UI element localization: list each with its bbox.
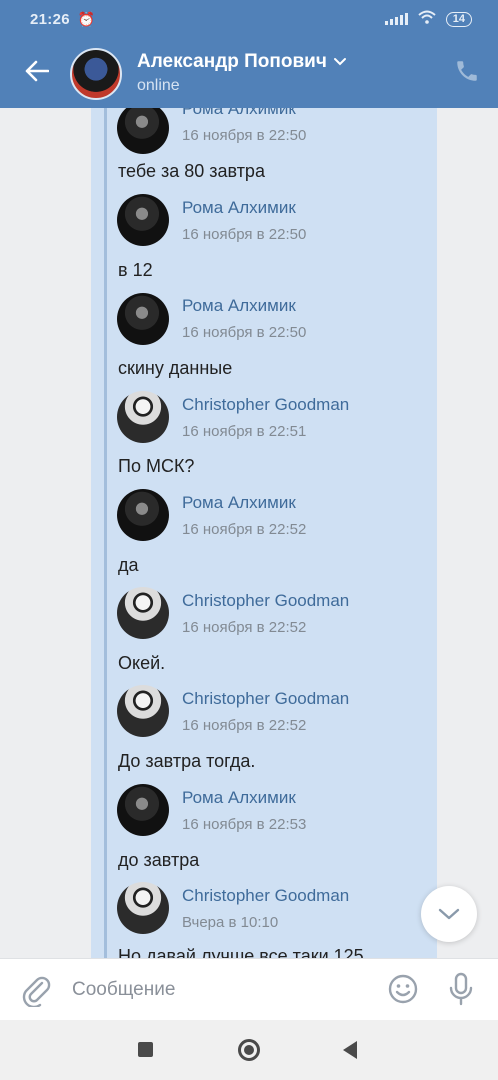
message-text: до завтра [118, 850, 200, 870]
message-text: в 12 [118, 260, 153, 280]
signal-icon [384, 13, 408, 25]
chat-title: Александр Попович [137, 51, 327, 72]
author-avatar[interactable] [117, 587, 169, 639]
message-author[interactable]: Рома Алхимик [182, 296, 296, 316]
message-text: По МСК? [118, 456, 195, 476]
attach-button[interactable] [20, 973, 52, 1009]
author-avatar[interactable] [117, 685, 169, 737]
message-text: да [118, 555, 139, 575]
paperclip-icon [22, 976, 51, 1009]
author-avatar[interactable] [117, 489, 169, 541]
message-author[interactable]: Christopher Goodman [182, 591, 349, 611]
message-history[interactable]: Рома Алхимик 16 ноября в 22:50 тебе за 8… [0, 108, 498, 958]
message-text: Окей. [118, 653, 166, 673]
call-button[interactable] [454, 58, 482, 86]
author-avatar[interactable] [117, 194, 169, 246]
chat-status: online [137, 77, 180, 94]
message-author[interactable]: Рома Алхимик [182, 788, 296, 808]
system-back-button[interactable] [343, 1041, 357, 1059]
message-author[interactable]: Рома Алхимик [182, 108, 296, 119]
message-author[interactable]: Christopher Goodman [182, 395, 349, 415]
back-arrow-icon [25, 60, 49, 82]
author-avatar[interactable] [117, 784, 169, 836]
author-avatar[interactable] [117, 391, 169, 443]
system-navigation-bar [0, 1020, 498, 1080]
chevron-down-icon [333, 58, 346, 66]
back-button[interactable] [20, 54, 54, 88]
author-avatar[interactable] [117, 293, 169, 345]
message-time: 16 ноября в 22:52 [182, 619, 307, 636]
message-time: 16 ноября в 22:50 [182, 324, 307, 341]
scroll-to-bottom-button[interactable] [421, 886, 477, 942]
message-time: 16 ноября в 22:50 [182, 127, 307, 144]
battery-indicator: 14 [445, 11, 472, 27]
message-text: Но давай лучше все таки 125 [118, 946, 364, 958]
home-button[interactable] [238, 1039, 260, 1061]
chat-title-button[interactable]: Александр Попович [137, 51, 347, 73]
message-time: 16 ноября в 22:52 [182, 717, 307, 734]
message-author[interactable]: Christopher Goodman [182, 689, 349, 709]
message-time: 16 ноября в 22:52 [182, 521, 307, 538]
status-bar: 21:26 ⏰ 14 [0, 0, 498, 38]
voice-message-button[interactable] [446, 971, 476, 1007]
message-time: 16 ноября в 22:53 [182, 816, 307, 833]
status-time: 21:26 [30, 10, 70, 28]
message-text: тебе за 80 завтра [118, 161, 265, 181]
app-header: 21:26 ⏰ 14 Александр Попович online [0, 0, 498, 108]
smile-icon [388, 974, 418, 1004]
chat-toolbar: Александр Попович online [0, 38, 498, 108]
microphone-icon [449, 972, 473, 1006]
emoji-button[interactable] [387, 973, 419, 1005]
recent-apps-button[interactable] [138, 1042, 153, 1057]
alarm-icon: ⏰ [77, 10, 96, 27]
message-input[interactable] [72, 973, 372, 1007]
message-text: скину данные [118, 358, 233, 378]
message-time: 16 ноября в 22:50 [182, 226, 307, 243]
forwarded-indicator-line [104, 108, 107, 958]
message-author[interactable]: Рома Алхимик [182, 493, 296, 513]
wifi-icon [418, 10, 436, 28]
chat-avatar[interactable] [70, 48, 122, 100]
message-time: Вчера в 10:10 [182, 914, 279, 931]
message-text: До завтра тогда. [118, 751, 256, 771]
author-avatar[interactable] [117, 882, 169, 934]
message-author[interactable]: Рома Алхимик [182, 198, 296, 218]
phone-icon [457, 61, 477, 81]
message-time: 16 ноября в 22:51 [182, 423, 307, 440]
message-composer [0, 958, 498, 1020]
message-author[interactable]: Christopher Goodman [182, 886, 349, 906]
chevron-down-icon [438, 908, 460, 920]
